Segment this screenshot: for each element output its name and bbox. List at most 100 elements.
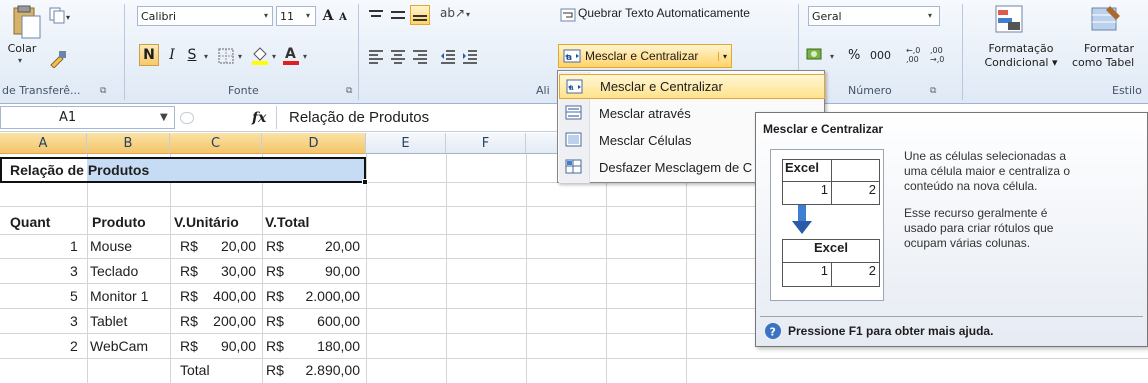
column-header-e[interactable]: E <box>366 133 446 154</box>
column-header-d[interactable]: D <box>262 133 366 154</box>
wrap-text-button[interactable]: Quebrar Texto Automaticamente <box>578 6 750 20</box>
cell-unit[interactable]: 200,00 <box>204 309 256 333</box>
bold-button[interactable]: N <box>139 44 159 66</box>
align-right-icon[interactable] <box>412 48 428 64</box>
total-label-cell[interactable]: Total <box>180 358 210 382</box>
fill-color-icon[interactable] <box>250 44 270 66</box>
paste-icon[interactable] <box>12 4 42 40</box>
copy-icon[interactable]: ▾ <box>48 6 74 24</box>
header-total[interactable]: V.Total <box>265 210 309 234</box>
thousands-button[interactable]: 000 <box>870 49 891 62</box>
align-center-icon[interactable] <box>390 48 406 64</box>
fill-handle[interactable] <box>362 179 368 185</box>
font-size-dropdown-icon[interactable]: ▾ <box>306 11 310 20</box>
orientation-dropdown-icon[interactable]: ▾ <box>466 10 470 19</box>
cell-unit[interactable]: 400,00 <box>204 284 256 308</box>
cell-total[interactable]: 20,00 <box>290 234 360 258</box>
cell-total[interactable]: 600,00 <box>290 309 360 333</box>
number-format-select[interactable]: Geral <box>808 6 940 26</box>
cell-unit[interactable]: 90,00 <box>204 334 256 358</box>
menu-item-merge-center[interactable]: a Mesclar e Centralizar <box>559 74 825 99</box>
sheet-title-cell[interactable]: Relação de Produtos <box>10 158 149 182</box>
dialog-launcher-icon[interactable]: ⧉ <box>346 86 352 96</box>
column-header-a[interactable]: A <box>0 133 87 154</box>
font-name-select[interactable]: Calibri <box>137 6 273 26</box>
cell-total[interactable]: 90,00 <box>290 259 360 283</box>
cell-quant[interactable]: 5 <box>70 284 78 308</box>
cell-currency[interactable]: R$ <box>266 234 284 258</box>
align-bottom-icon[interactable] <box>410 5 430 25</box>
header-quant[interactable]: Quant <box>10 210 50 234</box>
cell-quant[interactable]: 2 <box>70 334 78 358</box>
cell-quant[interactable]: 3 <box>70 259 78 283</box>
cell-produto[interactable]: Tablet <box>90 309 127 333</box>
total-value-cell[interactable]: 2.890,00 <box>290 358 361 382</box>
shrink-font-button[interactable]: A <box>337 8 349 26</box>
cell-quant[interactable]: 3 <box>70 309 78 333</box>
cell-produto[interactable]: Mouse <box>90 234 132 258</box>
formula-bar-resize-handle[interactable] <box>180 112 194 124</box>
align-top-icon[interactable] <box>368 8 384 22</box>
cell-currency[interactable]: R$ <box>180 259 198 283</box>
grow-font-button[interactable]: A <box>320 6 336 26</box>
increase-decimal-icon[interactable]: ←,0,00 <box>906 46 928 66</box>
header-unitario[interactable]: V.Unitário <box>174 210 239 234</box>
paste-button[interactable]: Colar <box>2 40 42 56</box>
font-name-dropdown-icon[interactable]: ▾ <box>264 11 268 20</box>
paste-dropdown-icon[interactable]: ▾ <box>18 56 22 65</box>
cell-currency[interactable]: R$ <box>180 234 198 258</box>
merge-center-button[interactable]: a Mesclar e Centralizar ▾ <box>558 44 732 68</box>
column-header-f[interactable]: F <box>446 133 526 154</box>
cell-currency[interactable]: R$ <box>180 334 198 358</box>
name-box[interactable]: A1 <box>0 106 175 129</box>
underline-button[interactable]: S <box>184 44 200 66</box>
header-produto[interactable]: Produto <box>92 210 146 234</box>
cell-total[interactable]: 2.000,00 <box>290 284 361 308</box>
cell-unit[interactable]: 30,00 <box>204 259 256 283</box>
number-format-dropdown-icon[interactable]: ▾ <box>928 11 932 20</box>
fill-color-dropdown-icon[interactable]: ▾ <box>272 52 276 61</box>
name-box-dropdown-icon[interactable]: ▼ <box>160 112 168 123</box>
dialog-launcher-icon[interactable]: ⧉ <box>930 86 936 96</box>
underline-dropdown-icon[interactable]: ▾ <box>204 52 208 61</box>
dialog-launcher-icon[interactable]: ⧉ <box>100 86 106 96</box>
column-header-c[interactable]: C <box>170 133 262 154</box>
wrap-text-icon[interactable] <box>560 8 576 22</box>
cell-currency[interactable]: R$ <box>266 284 284 308</box>
tooltip-line: Esse recurso geralmente é <box>904 206 1048 220</box>
cell-produto[interactable]: Teclado <box>90 259 138 283</box>
font-color-dropdown-icon[interactable]: ▾ <box>303 52 307 61</box>
cell-total[interactable]: 180,00 <box>290 334 360 358</box>
cell-currency[interactable]: R$ <box>180 309 198 333</box>
total-currency-cell[interactable]: R$ <box>266 358 284 382</box>
currency-dropdown-icon[interactable]: ▾ <box>830 52 834 61</box>
conditional-format-icon[interactable] <box>994 2 1026 36</box>
decrease-decimal-icon[interactable]: ,00 →,0 <box>930 46 952 66</box>
cell-currency[interactable]: R$ <box>266 309 284 333</box>
format-painter-icon[interactable] <box>48 48 68 69</box>
conditional-format-button[interactable]: Formatação Condicional ▾ <box>984 42 1058 70</box>
orientation-icon[interactable]: ab↗ <box>440 6 465 22</box>
currency-icon[interactable] <box>806 46 828 64</box>
borders-icon[interactable] <box>218 48 234 64</box>
cell-produto[interactable]: Monitor 1 <box>90 284 148 308</box>
cell-currency[interactable]: R$ <box>266 259 284 283</box>
column-header-b[interactable]: B <box>87 133 170 154</box>
insert-function-icon[interactable]: fx <box>252 110 266 126</box>
cell-currency[interactable]: R$ <box>180 284 198 308</box>
cell-quant[interactable]: 1 <box>70 234 78 258</box>
borders-dropdown-icon[interactable]: ▾ <box>238 52 242 61</box>
increase-indent-icon[interactable] <box>462 48 478 64</box>
percent-button[interactable]: % <box>848 48 860 63</box>
format-table-icon[interactable] <box>1090 2 1122 36</box>
cell-produto[interactable]: WebCam <box>90 334 148 358</box>
merge-center-dropdown-icon[interactable]: ▾ <box>717 51 731 61</box>
cell-currency[interactable]: R$ <box>266 334 284 358</box>
align-left-icon[interactable] <box>368 48 384 64</box>
format-table-button[interactable]: Formatar como Tabel <box>1072 42 1148 70</box>
font-color-icon[interactable]: A <box>282 44 300 66</box>
italic-button[interactable]: I <box>164 44 180 66</box>
cell-unit[interactable]: 20,00 <box>204 234 256 258</box>
align-middle-icon[interactable] <box>390 8 406 22</box>
decrease-indent-icon[interactable] <box>440 48 456 64</box>
